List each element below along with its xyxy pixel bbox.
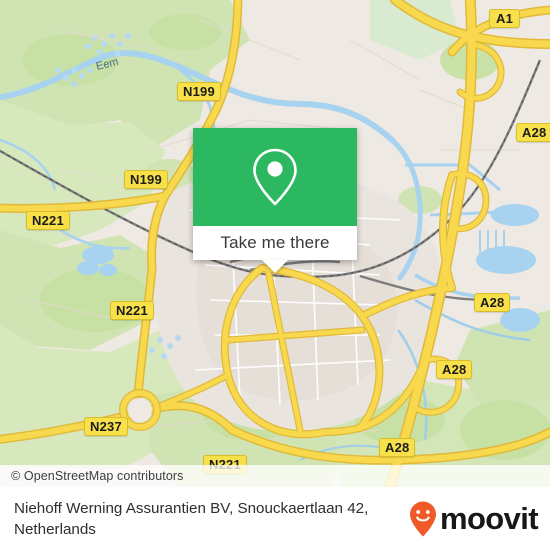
- road-shield-n221: N221: [110, 301, 154, 320]
- road-shield-a28: A28: [516, 123, 550, 142]
- road-shield-n199: N199: [177, 82, 221, 101]
- map-pin-icon: [253, 148, 297, 206]
- card-cta[interactable]: Take me there: [193, 226, 357, 260]
- card-pointer-tail: [262, 260, 288, 273]
- road-shield-a1: A1: [489, 9, 521, 28]
- road-shield-n221: N221: [26, 211, 70, 230]
- place-address-text: Niehoff Werning Assurantien BV, Snouckae…: [14, 499, 369, 538]
- attribution-text: © OpenStreetMap contributors: [11, 469, 184, 483]
- road-shield-a28: A28: [379, 438, 416, 457]
- map-screenshot: Eem A1N199A28N199N221N221A28A28N237N221A…: [0, 0, 550, 550]
- take-me-there-card[interactable]: Take me there: [193, 128, 357, 273]
- card-pin-area: [193, 128, 357, 226]
- moovit-logo[interactable]: moovit: [408, 500, 550, 538]
- card-cta-label: Take me there: [220, 233, 330, 252]
- moovit-smiley-pin-icon: [409, 501, 436, 536]
- road-shield-a28: A28: [474, 293, 511, 312]
- road-shield-n199: N199: [124, 170, 168, 189]
- moovit-wordmark: moovit: [439, 501, 539, 536]
- road-shield-a28: A28: [436, 360, 473, 379]
- road-shield-n237: N237: [84, 417, 128, 436]
- map-attribution: © OpenStreetMap contributors: [0, 465, 550, 487]
- footer-bar: Niehoff Werning Assurantien BV, Snouckae…: [0, 487, 550, 550]
